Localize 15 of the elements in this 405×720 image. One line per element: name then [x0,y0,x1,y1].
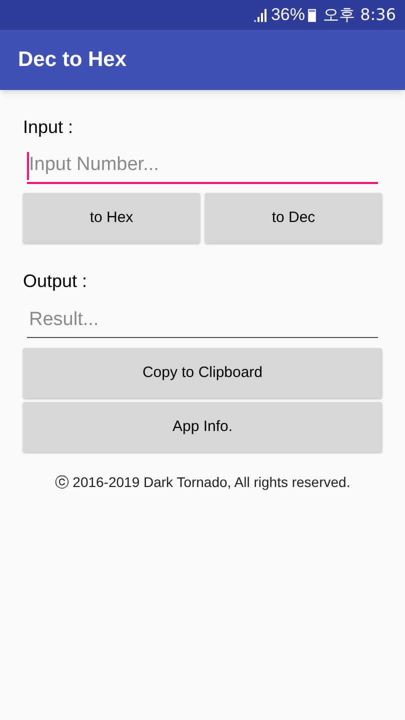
text-cursor [27,152,29,180]
battery-icon [308,8,316,22]
input-field[interactable]: Input Number... [27,148,378,184]
app-button[interactable]: App Info. [23,402,382,452]
signal-icon [254,8,268,22]
field-label: Input : [23,116,74,138]
app-button[interactable]: to Hex [23,193,200,243]
app-button[interactable]: to Dec [205,193,382,243]
app-button[interactable]: Copy to Clipboard [23,348,382,398]
clock: 오후 8:36 [322,4,396,26]
battery-percent: 36% [270,4,305,26]
field-label: Output : [23,270,88,292]
app-title: Dec to Hex [18,47,127,74]
copyright-text: ⓒ 2016-2019 Dark Tornado, All rights reserved. [54,473,352,492]
input-field[interactable]: Result... [27,302,378,338]
